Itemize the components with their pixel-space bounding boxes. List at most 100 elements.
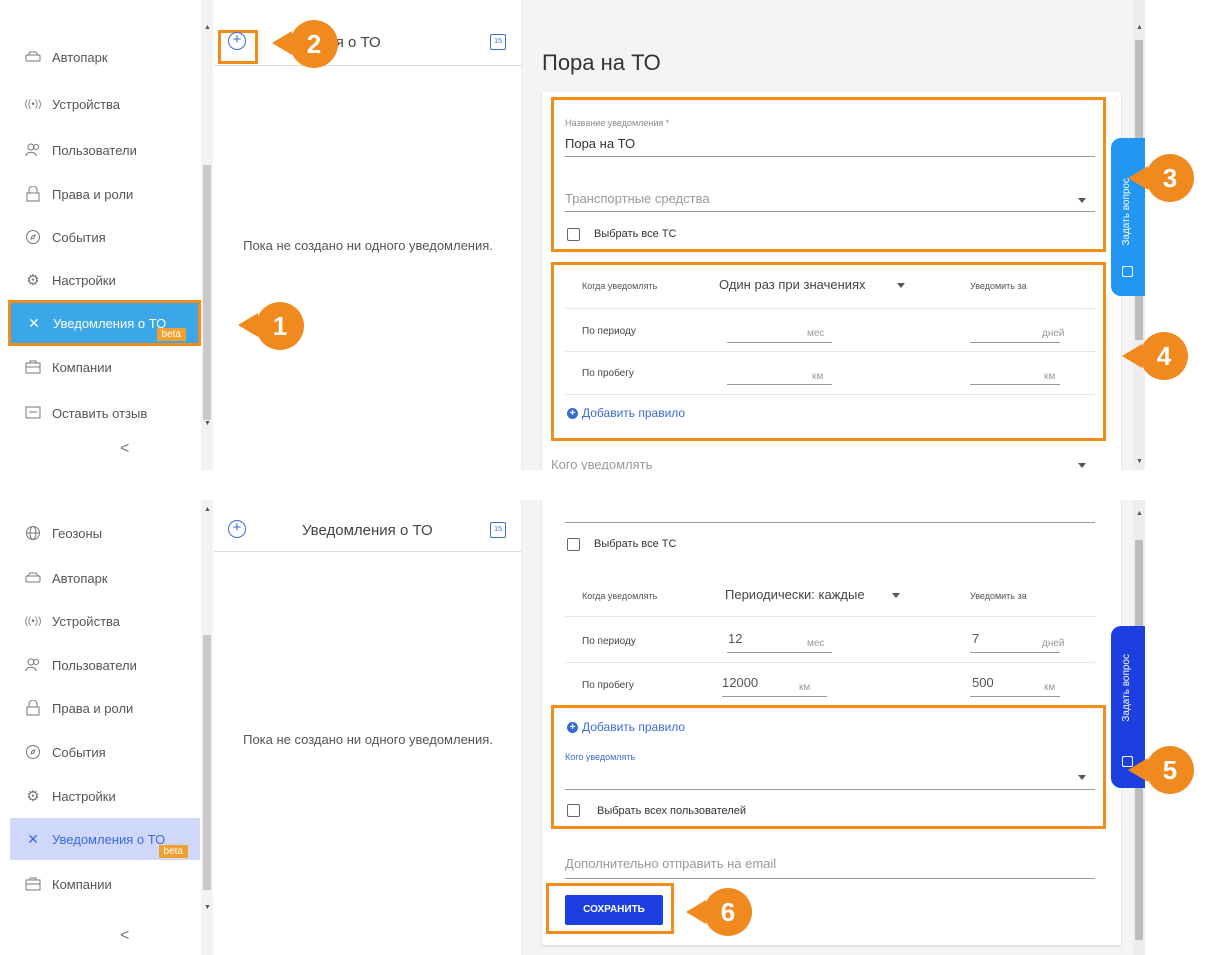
- sidebar-item-roles[interactable]: Права и роли: [10, 691, 200, 725]
- sidebar-item-devices[interactable]: ((•)) Устройства: [10, 604, 200, 638]
- field-underline: [565, 156, 1095, 157]
- scroll-down-arrow-icon[interactable]: ▼: [204, 420, 211, 427]
- collapse-sidebar-button[interactable]: <: [120, 440, 129, 458]
- add-notification-button[interactable]: +: [228, 32, 246, 50]
- compass-icon: [24, 743, 42, 761]
- row-divider: [565, 662, 1095, 663]
- period-input[interactable]: [727, 342, 832, 343]
- sidebar: Геозоны Автопарк ((•)) Устройства Пользо…: [0, 500, 200, 955]
- period-input[interactable]: [727, 652, 832, 653]
- briefcase-icon: [24, 358, 42, 376]
- mode-select[interactable]: Один раз при значениях: [719, 277, 866, 292]
- period-before-unit: дней: [1042, 328, 1065, 339]
- period-before-input[interactable]: [970, 652, 1060, 653]
- ask-question-tab[interactable]: Задать вопрос: [1111, 138, 1145, 296]
- callout-arrow: [1128, 758, 1148, 782]
- whom-select[interactable]: Кого уведомлять: [551, 457, 652, 470]
- sidebar-item-feedback[interactable]: Оставить отзыв: [10, 396, 200, 430]
- sidebar-item-label: События: [52, 744, 106, 760]
- sidebar-item-label: Автопарк: [52, 570, 108, 586]
- list-header: + Уведомления о ТО 15: [214, 506, 522, 552]
- collapse-sidebar-button[interactable]: <: [120, 927, 129, 945]
- chevron-down-icon[interactable]: [897, 283, 905, 288]
- mileage-before-value[interactable]: 500: [972, 675, 994, 690]
- scroll-down-arrow-icon[interactable]: ▼: [204, 904, 211, 911]
- name-field[interactable]: Пора на ТО: [565, 136, 635, 151]
- wrench-icon: ✕: [27, 830, 39, 847]
- sidebar-item-companies[interactable]: Компании: [10, 867, 200, 901]
- gear-icon: ⚙: [26, 272, 40, 289]
- email-input[interactable]: Дополнительно отправить на email: [565, 856, 776, 871]
- calendar-icon[interactable]: 15: [490, 522, 506, 538]
- wrench-icon: ✕: [28, 314, 40, 331]
- sidebar-item-maintenance-notifications[interactable]: ✕ Уведомления о ТО beta: [8, 300, 201, 346]
- ask-question-label: Задать вопрос: [1121, 654, 1132, 722]
- users-icon: [24, 141, 42, 159]
- sidebar-item-settings[interactable]: ⚙ Настройки: [10, 779, 200, 813]
- when-label: Когда уведомлять: [582, 281, 658, 291]
- callout-arrow: [686, 900, 706, 924]
- sidebar-item-events[interactable]: События: [10, 735, 200, 769]
- sidebar-item-label: Устройства: [52, 613, 121, 629]
- period-before-input[interactable]: [970, 342, 1060, 343]
- sidebar-item-label: Пользователи: [52, 142, 137, 158]
- sidebar-scrollbar[interactable]: ▲ ▼: [201, 500, 213, 955]
- add-rule-button[interactable]: + Добавить правило: [567, 720, 685, 734]
- select-all-users-checkbox[interactable]: [567, 804, 580, 817]
- scroll-up-arrow-icon[interactable]: ▲: [204, 506, 211, 513]
- select-all-vehicles-checkbox[interactable]: [567, 538, 580, 551]
- scrollbar-thumb[interactable]: [203, 165, 211, 420]
- mileage-label: По пробегу: [582, 680, 634, 691]
- form-title: Пора на ТО: [542, 50, 661, 75]
- chevron-down-icon[interactable]: [1078, 198, 1086, 203]
- sidebar-item-devices[interactable]: ((•)) Устройства: [10, 87, 200, 121]
- sidebar-item-users[interactable]: Пользователи: [10, 133, 200, 167]
- callout-1: 1: [256, 302, 304, 350]
- add-rule-button[interactable]: + Добавить правило: [567, 406, 685, 420]
- car-icon: [24, 569, 42, 587]
- form-card: Выбрать все ТС Когда уведомлять Периодич…: [542, 500, 1121, 945]
- period-value[interactable]: 12: [728, 631, 742, 646]
- sidebar-item-geozones[interactable]: Геозоны: [10, 516, 200, 550]
- save-button[interactable]: СОХРАНИТЬ: [565, 895, 663, 925]
- sidebar-item-users[interactable]: Пользователи: [10, 648, 200, 682]
- chevron-down-icon[interactable]: [1078, 463, 1086, 468]
- scroll-down-arrow-icon[interactable]: ▼: [1136, 458, 1143, 465]
- mileage-before-input[interactable]: [970, 384, 1060, 385]
- select-all-vehicles-checkbox[interactable]: [567, 228, 580, 241]
- sidebar-item-label: Уведомления о ТО: [52, 831, 166, 847]
- scroll-up-arrow-icon[interactable]: ▲: [1136, 510, 1143, 517]
- chevron-down-icon[interactable]: [1078, 775, 1086, 780]
- sidebar-item-fleet[interactable]: Автопарк: [10, 40, 200, 74]
- mileage-input[interactable]: [722, 696, 827, 697]
- sidebar-item-label: Права и роли: [52, 700, 134, 716]
- mileage-value[interactable]: 12000: [722, 675, 758, 690]
- sidebar-item-fleet[interactable]: Автопарк: [10, 561, 200, 595]
- vehicles-select[interactable]: Транспортные средства: [565, 191, 710, 206]
- scroll-up-arrow-icon[interactable]: ▲: [204, 24, 211, 31]
- mileage-before-input[interactable]: [970, 696, 1060, 697]
- sidebar-item-settings[interactable]: ⚙ Настройки: [10, 263, 200, 297]
- period-before-value[interactable]: 7: [972, 631, 979, 646]
- chevron-down-icon[interactable]: [892, 593, 900, 598]
- scrollbar-thumb[interactable]: [203, 635, 211, 890]
- notifications-list: + Уведомления о ТО 15 Пока не создано ни…: [214, 500, 522, 955]
- globe-icon: [24, 524, 42, 542]
- mode-select[interactable]: Периодически: каждые: [725, 587, 865, 602]
- calendar-icon[interactable]: 15: [490, 34, 506, 50]
- sidebar-item-companies[interactable]: Компании: [10, 350, 200, 384]
- add-notification-button[interactable]: +: [228, 520, 246, 538]
- gear-icon: ⚙: [26, 788, 40, 805]
- sidebar-item-maintenance-notifications[interactable]: ✕ Уведомления о ТО beta: [10, 818, 200, 860]
- sidebar-item-events[interactable]: События: [10, 220, 200, 254]
- scroll-up-arrow-icon[interactable]: ▲: [1136, 24, 1143, 31]
- mileage-input[interactable]: [727, 384, 832, 385]
- sidebar-item-roles[interactable]: Права и роли: [10, 177, 200, 211]
- beta-badge: beta: [156, 328, 186, 341]
- notify-before-label: Уведомить за: [970, 281, 1027, 291]
- sidebar-scrollbar[interactable]: ▲ ▼: [201, 0, 213, 470]
- sidebar-item-label: Настройки: [52, 788, 116, 804]
- callout-arrow: [1128, 166, 1148, 190]
- whom-select[interactable]: [565, 789, 1095, 790]
- callout-3: 3: [1146, 154, 1194, 202]
